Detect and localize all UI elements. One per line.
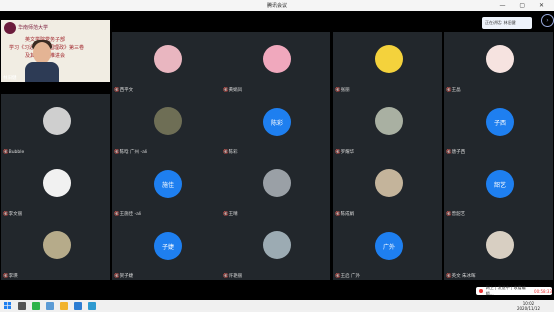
participant-name: 🔇罗耀华 xyxy=(335,150,355,155)
participant-avatar xyxy=(486,231,514,259)
window-title: 腾讯会议 xyxy=(266,3,287,9)
participant-avatar xyxy=(375,45,403,73)
participant-avatar xyxy=(154,45,182,73)
participant-name: 🔇王晶 xyxy=(446,88,461,93)
participant-tile[interactable]: 🔇李瑛 xyxy=(1,218,110,280)
participant-name: 🔇李瑛 xyxy=(3,274,18,279)
participant-tile[interactable]: 🔇西平文 xyxy=(112,32,221,94)
participant-initial-avatar: 陈彩 xyxy=(263,108,291,136)
participant-avatar xyxy=(154,107,182,135)
participant-tile[interactable]: 🔇陈晗 广州 -ali xyxy=(112,94,221,156)
participant-tile[interactable]: 🔇李文丽 xyxy=(1,156,110,218)
wechat-icon[interactable] xyxy=(32,302,40,310)
taskbar-clock: 10:02 2020/11/12 xyxy=(517,301,540,311)
status-count: 00:58:33 xyxy=(534,288,552,294)
shared-video-tile[interactable]: 华南师范大学 英文学院党务子部 学习《习近平谈治国理政》第三卷 及其它工作推进会… xyxy=(1,20,110,82)
window-controls[interactable]: — ▢ ✕ xyxy=(499,2,550,9)
participant-tile[interactable]: 子西 🔇唐子西 xyxy=(444,94,553,156)
participant-avatar xyxy=(375,107,403,135)
participant-tile[interactable]: 🔇张丽 xyxy=(333,32,442,94)
recording-dot-icon xyxy=(479,289,483,293)
participant-avatar xyxy=(263,45,291,73)
participant-avatar xyxy=(486,45,514,73)
participant-tile[interactable]: 广外 🔇王启 广外 xyxy=(333,218,442,280)
taskbar: 10:02 2020/11/12 xyxy=(0,300,554,312)
participant-name: 🔇陈彩 xyxy=(223,150,238,155)
participant-name: 🔇黄娟凤 xyxy=(223,88,243,93)
speaker-name: 林旧健 xyxy=(3,76,17,81)
participant-name: 🔇西平文 xyxy=(114,88,134,93)
participant-name: 🔇许艳丽 xyxy=(223,274,243,279)
participant-name: 🔇王施佳 -ali xyxy=(114,212,142,217)
status-text: 网上 | 发送中 | 收看编辑... xyxy=(485,285,526,296)
participant-tile[interactable]: 🔇王晶 xyxy=(444,32,553,94)
participant-name: 🔇陈成娟 xyxy=(335,212,355,217)
participant-name: 🔇曾韶艺 xyxy=(446,212,466,217)
participant-tile[interactable]: 韶艺 🔇曾韶艺 xyxy=(444,156,553,218)
participant-tile[interactable]: 🔇黄娟凤 xyxy=(221,32,330,94)
logo-text: 华南师范大学 xyxy=(18,25,49,31)
speaker-body xyxy=(25,62,59,82)
participant-initial-avatar: 广外 xyxy=(375,232,403,260)
participant-avatar xyxy=(43,231,71,259)
participant-tile[interactable]: 🔇英文 朱冰晖 xyxy=(444,218,553,280)
participant-name: 🔇英文 朱冰晖 xyxy=(446,274,476,279)
participant-name: 🔇唐子西 xyxy=(446,150,466,155)
participant-tile[interactable]: 陈彩 🔇陈彩 xyxy=(221,94,330,156)
speaking-label: 正在讲话: 林旧健 xyxy=(485,20,516,25)
participant-name: 🔇王启 广外 xyxy=(335,274,361,279)
participant-initial-avatar: 子西 xyxy=(486,108,514,136)
speaker-face xyxy=(33,42,51,64)
university-logo-icon xyxy=(4,22,16,34)
window-title-bar: 腾讯会议 — ▢ ✕ xyxy=(0,0,554,11)
participant-name: 🔇王晴 xyxy=(223,212,238,217)
expand-icon[interactable]: › xyxy=(541,14,554,27)
participant-avatar xyxy=(43,107,71,135)
participant-tile[interactable]: 子婕 🔇贺子婕 xyxy=(112,218,221,280)
windows-start-icon[interactable] xyxy=(4,302,11,309)
participant-tile[interactable]: 🔇罗耀华 xyxy=(333,94,442,156)
participant-tile[interactable]: 🔇Bubble xyxy=(1,94,110,156)
participant-avatar xyxy=(43,169,71,197)
participant-avatar xyxy=(375,169,403,197)
participant-name: 🔇贺子婕 xyxy=(114,274,134,279)
participant-tile[interactable]: 🔇许艳丽 xyxy=(221,218,330,280)
participant-avatar xyxy=(263,169,291,197)
taskview-icon[interactable] xyxy=(46,302,54,310)
participant-initial-avatar: 子婕 xyxy=(154,232,182,260)
participant-tile[interactable]: 🔇陈成娟 xyxy=(333,156,442,218)
participant-name: 🔇陈晗 广州 -ali xyxy=(114,150,148,155)
browser-icon[interactable] xyxy=(74,302,82,310)
speaking-indicator[interactable]: 正在讲话: 林旧健 xyxy=(482,17,532,29)
folder-icon[interactable] xyxy=(60,302,68,310)
meeting-app-icon[interactable] xyxy=(88,302,96,310)
status-badge[interactable]: 网上 | 发送中 | 收看编辑... 00:58:33 xyxy=(476,285,552,296)
participant-initial-avatar: 韶艺 xyxy=(486,170,514,198)
search-icon[interactable] xyxy=(18,302,26,310)
clock-date: 2020/11/12 xyxy=(516,306,540,311)
participant-name: 🔇李文丽 xyxy=(3,212,23,217)
participant-avatar xyxy=(263,231,291,259)
participant-tile[interactable]: 施佳 🔇王施佳 -ali xyxy=(112,156,221,218)
participant-name: 🔇张丽 xyxy=(335,88,350,93)
participant-initial-avatar: 施佳 xyxy=(154,170,182,198)
participant-tile[interactable]: 🔇王晴 xyxy=(221,156,330,218)
participant-name: 🔇Bubble xyxy=(3,150,25,155)
